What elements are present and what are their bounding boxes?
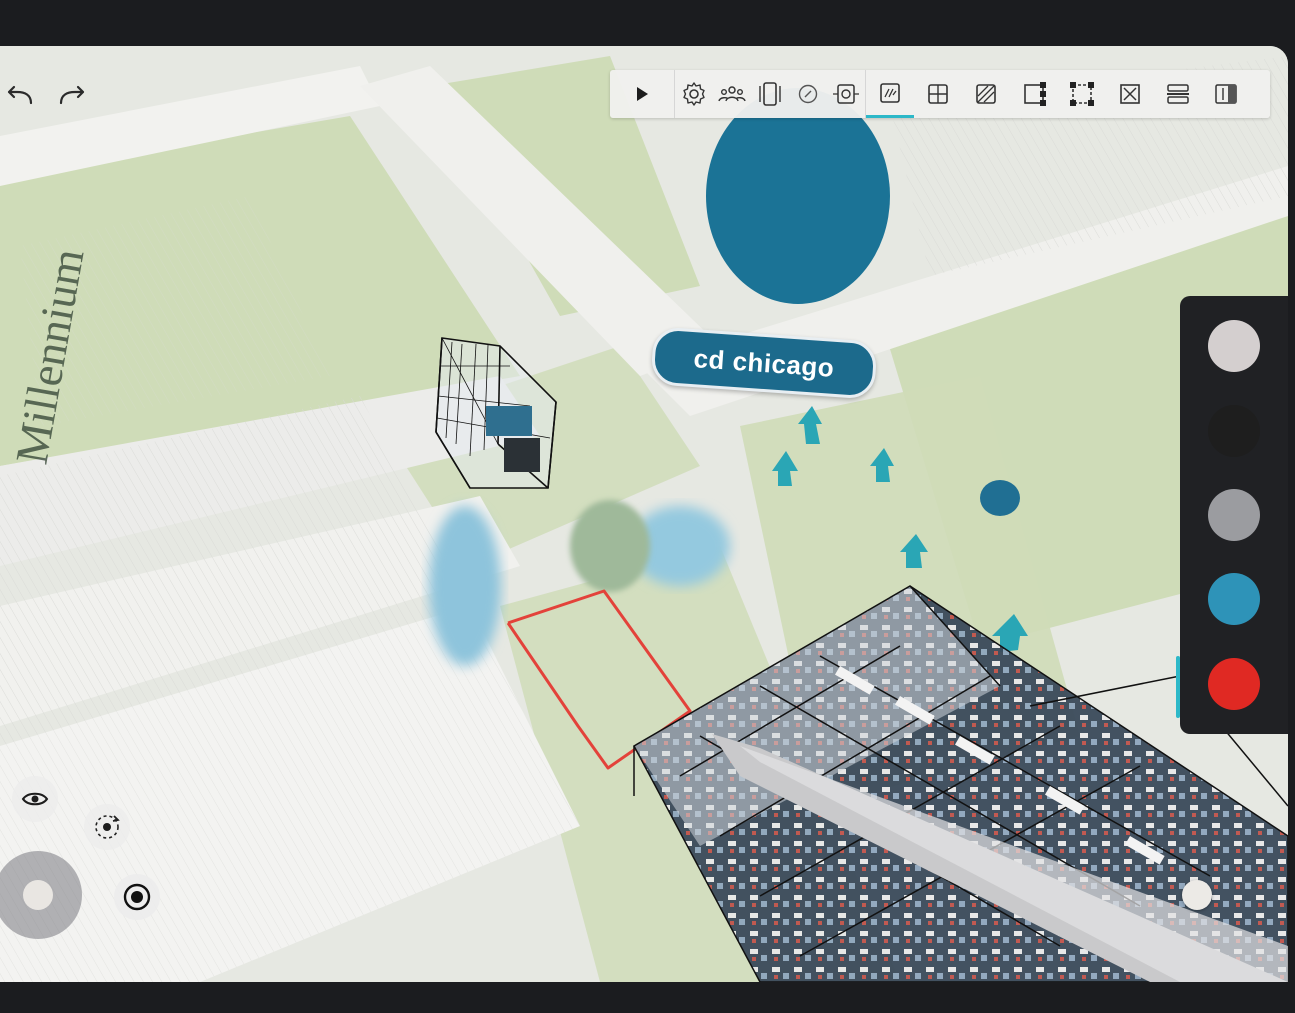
play-icon <box>637 87 648 101</box>
settings-icon <box>683 82 705 106</box>
measure-button[interactable] <box>866 70 914 118</box>
horizontal-split-icon <box>1167 84 1189 104</box>
undo-icon <box>7 85 33 105</box>
grid-add-icon <box>928 84 948 104</box>
hatch-pattern-button[interactable] <box>962 70 1010 118</box>
focus-target-button[interactable] <box>827 70 865 118</box>
focus-target-icon <box>833 84 859 104</box>
play-button[interactable] <box>610 70 674 118</box>
device-frame-button[interactable] <box>751 70 789 118</box>
color-swatch-black[interactable] <box>1208 404 1260 457</box>
crossed-box-icon <box>1120 84 1140 104</box>
box-select-button[interactable] <box>1058 70 1106 118</box>
record-icon <box>123 883 151 911</box>
compass-icon <box>798 84 818 104</box>
color-swatch-light-gray[interactable] <box>1208 320 1260 373</box>
collaborators-button[interactable] <box>713 70 751 118</box>
side-panel-button[interactable] <box>1202 70 1250 118</box>
color-palette <box>1176 296 1288 734</box>
grid-add-button[interactable] <box>914 70 962 118</box>
node-select-button[interactable] <box>1010 70 1058 118</box>
people-icon <box>718 86 746 102</box>
horizontal-split-button[interactable] <box>1154 70 1202 118</box>
node-select-icon <box>1024 82 1046 106</box>
record-button[interactable] <box>114 874 160 920</box>
crossed-box-button[interactable] <box>1106 70 1154 118</box>
orbit-button[interactable] <box>84 804 130 850</box>
visibility-button[interactable] <box>12 776 58 822</box>
settings-button[interactable] <box>675 70 713 118</box>
toolbar-group-play <box>610 70 674 118</box>
color-swatch-red[interactable] <box>1208 657 1260 710</box>
history-controls <box>0 70 90 122</box>
device-frame-icon <box>759 82 781 106</box>
toolbar-group-view <box>675 70 865 118</box>
redo-icon <box>59 85 85 105</box>
box-select-icon <box>1070 82 1094 106</box>
redo-button[interactable] <box>54 78 90 114</box>
compass-button[interactable] <box>789 70 827 118</box>
eye-icon <box>21 792 49 806</box>
color-swatch-gray[interactable] <box>1208 488 1260 541</box>
orbit-icon <box>95 815 120 839</box>
color-swatch-blue[interactable] <box>1208 573 1260 626</box>
main-toolbar <box>610 70 1270 118</box>
undo-button[interactable] <box>2 78 38 114</box>
hatch-pattern-icon <box>976 84 996 104</box>
3d-map-scene[interactable]: Millennium <box>0 46 1288 982</box>
side-panel-icon <box>1215 84 1237 104</box>
floating-action-button[interactable] <box>1182 880 1212 910</box>
tablet-frame: Millennium cd chicago <box>0 0 1295 1013</box>
measure-icon <box>880 82 900 103</box>
joystick-knob[interactable] <box>23 880 53 910</box>
toolbar-group-edit <box>866 70 1250 118</box>
ar-viewport[interactable]: Millennium cd chicago <box>0 46 1288 982</box>
palette-selection-indicator <box>1176 656 1180 718</box>
